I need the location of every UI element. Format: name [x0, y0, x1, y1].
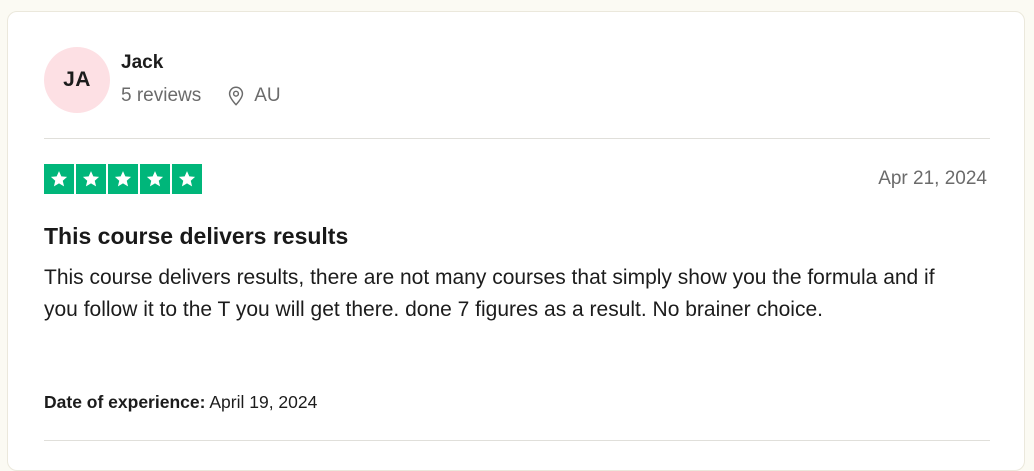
- review-date: Apr 21, 2024: [878, 168, 987, 189]
- date-of-experience: Date of experience: April 19, 2024: [44, 392, 317, 413]
- divider: [44, 138, 990, 139]
- star-icon: [108, 164, 138, 194]
- map-pin-icon: [225, 85, 247, 107]
- review-body: This course delivers results, there are …: [44, 266, 935, 321]
- star-icon: [44, 164, 74, 194]
- avatar[interactable]: JA: [44, 47, 110, 113]
- reviewer-meta: 5 reviews AU: [121, 85, 281, 107]
- star-icon: [140, 164, 170, 194]
- experience-label: Date of experience:: [44, 392, 206, 412]
- divider: [44, 440, 990, 441]
- reviewer-name[interactable]: Jack: [121, 52, 163, 74]
- star-icon: [76, 164, 106, 194]
- review-count: 5 reviews: [121, 85, 202, 106]
- avatar-initials: JA: [63, 68, 91, 91]
- star-icon: [172, 164, 202, 194]
- review-title[interactable]: This course delivers results: [44, 223, 348, 250]
- experience-date: April 19, 2024: [209, 392, 318, 412]
- star-rating: [44, 164, 202, 194]
- reviewer-location: AU: [254, 85, 281, 106]
- review-card: JA Jack 5 reviews AU Apr 21, 2024 This c…: [7, 11, 1025, 471]
